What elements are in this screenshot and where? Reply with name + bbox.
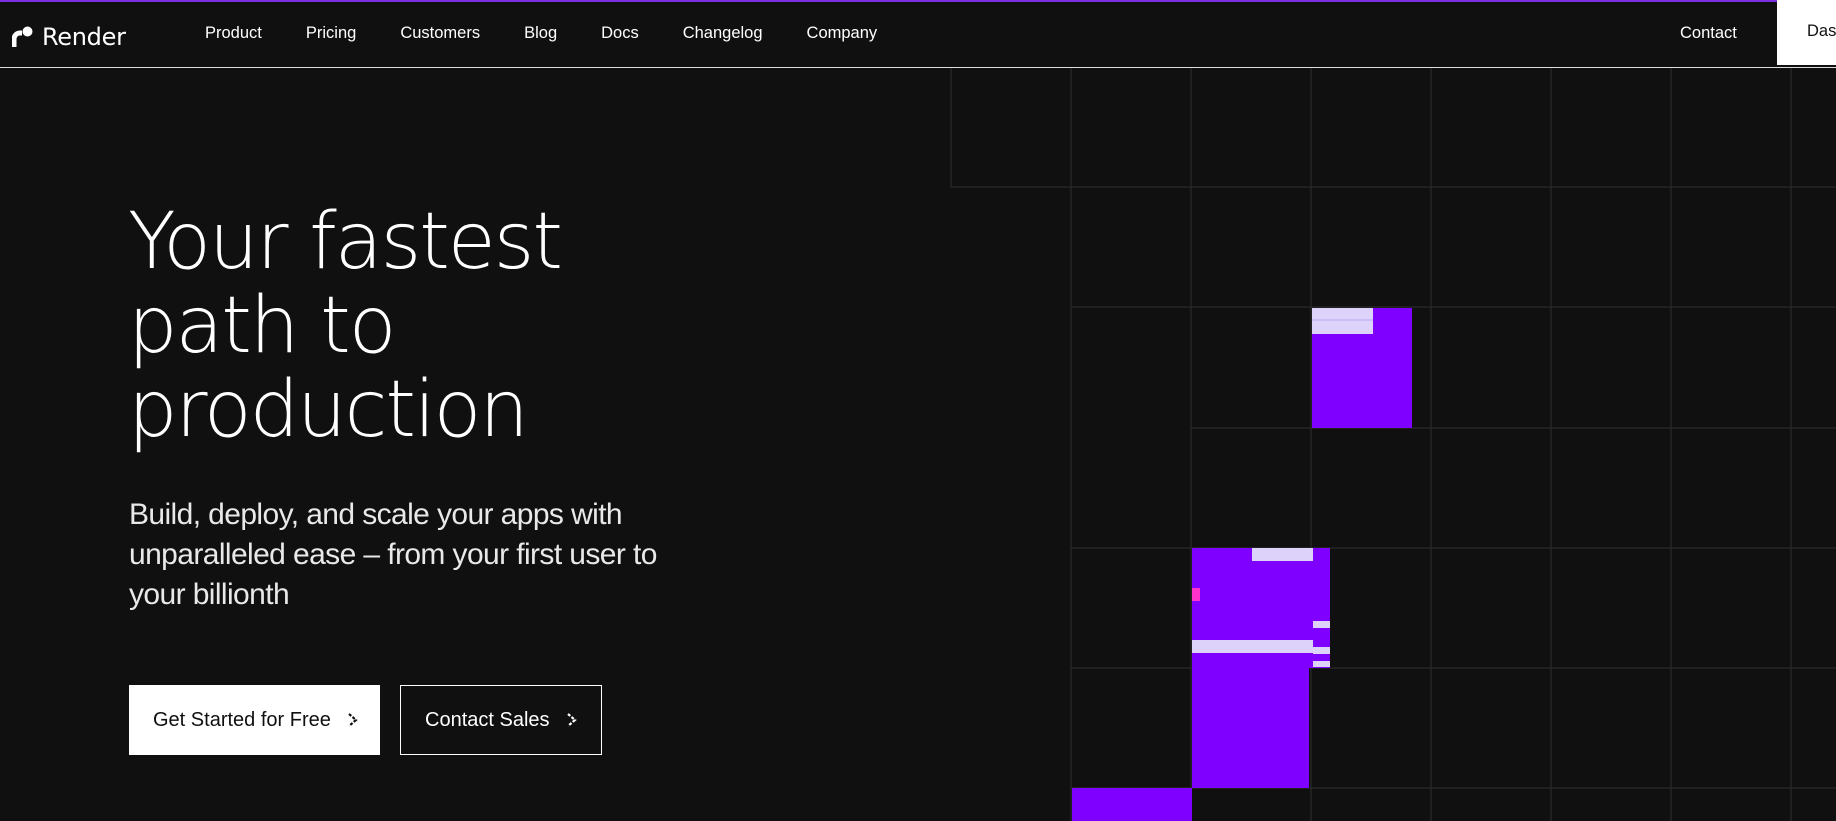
nav-item-docs[interactable]: Docs	[601, 24, 639, 43]
get-started-label: Get Started for Free	[153, 708, 331, 731]
contact-sales-button[interactable]: Contact Sales	[400, 685, 602, 755]
hero-title-line-2: path to	[128, 281, 396, 371]
nav-item-changelog[interactable]: Changelog	[683, 24, 763, 43]
main-nav: Product Pricing Customers Blog Docs Chan…	[205, 24, 921, 43]
chevron-right-icon	[347, 712, 359, 728]
get-started-button[interactable]: Get Started for Free	[129, 685, 380, 755]
brand-name: Render	[42, 23, 126, 51]
hero-title-line-3: production	[128, 365, 529, 455]
nav-item-company[interactable]: Company	[807, 24, 878, 43]
top-navbar: Render Product Pricing Customers Blog Do…	[0, 2, 1836, 68]
hero-title: Your fastest path to production	[128, 200, 748, 452]
nav-item-customers[interactable]: Customers	[400, 24, 480, 43]
nav-contact-link[interactable]: Contact	[1680, 24, 1737, 43]
contact-sales-label: Contact Sales	[425, 708, 550, 731]
render-logo-icon	[12, 25, 34, 49]
nav-item-pricing[interactable]: Pricing	[306, 24, 356, 43]
nav-item-blog[interactable]: Blog	[524, 24, 557, 43]
nav-item-product[interactable]: Product	[205, 24, 262, 43]
chevron-right-icon	[566, 712, 578, 728]
render-logo[interactable]: Render	[12, 22, 126, 52]
hero-title-line-1: Your fastest	[128, 197, 563, 287]
hero-subtitle: Build, deploy, and scale your apps with …	[129, 498, 657, 611]
dashboard-button[interactable]: Dashboard	[1777, 0, 1836, 65]
